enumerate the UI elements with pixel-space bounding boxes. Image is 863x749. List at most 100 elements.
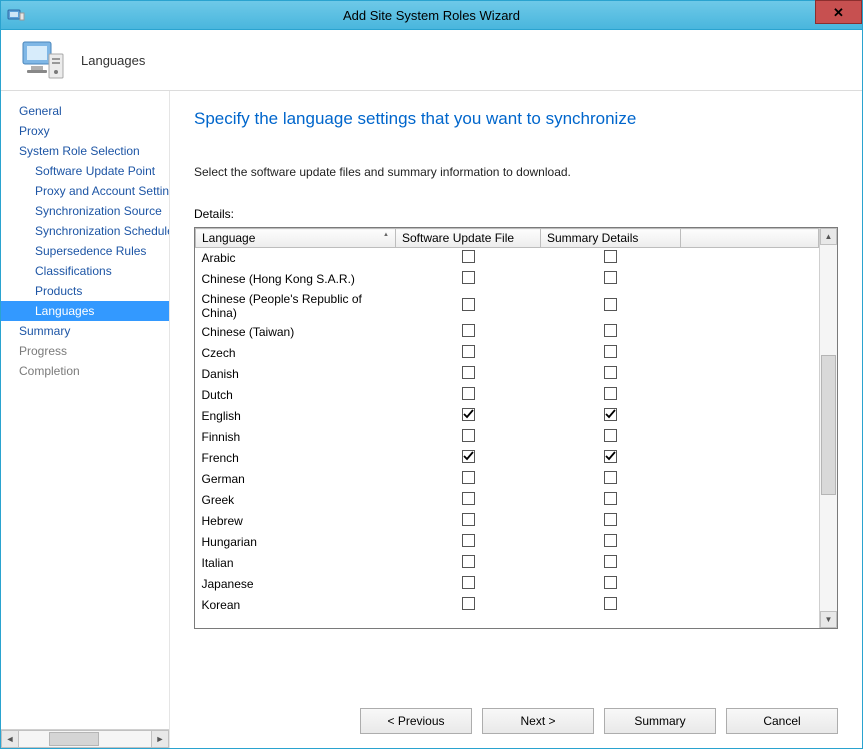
window-title: Add Site System Roles Wizard <box>1 8 862 23</box>
cell-file-checkbox <box>396 290 541 322</box>
table-row[interactable]: Danish <box>196 364 819 385</box>
col-language[interactable]: Language ▲ <box>196 229 396 248</box>
checkbox[interactable] <box>604 250 617 263</box>
nav-item-software-update-point[interactable]: Software Update Point <box>1 161 169 181</box>
checkbox[interactable] <box>604 576 617 589</box>
nav-item-supersedence-rules[interactable]: Supersedence Rules <box>1 241 169 261</box>
table-row[interactable]: English <box>196 406 819 427</box>
nav-item-classifications[interactable]: Classifications <box>1 261 169 281</box>
nav-item-languages[interactable]: Languages <box>1 301 169 321</box>
cell-language: French <box>196 448 396 469</box>
table-row[interactable]: Greek <box>196 490 819 511</box>
checkbox[interactable] <box>604 534 617 547</box>
cell-file-checkbox <box>396 248 541 269</box>
scroll-thumb[interactable] <box>49 732 99 746</box>
previous-button[interactable]: < Previous <box>360 708 472 734</box>
checkbox[interactable] <box>462 513 475 526</box>
cell-summary-checkbox <box>541 574 681 595</box>
table-row[interactable]: Korean <box>196 595 819 616</box>
checkbox[interactable] <box>604 408 617 421</box>
table-row[interactable]: Dutch <box>196 385 819 406</box>
checkbox[interactable] <box>604 324 617 337</box>
table-row[interactable]: Hungarian <box>196 532 819 553</box>
nav-item-products[interactable]: Products <box>1 281 169 301</box>
checkbox[interactable] <box>604 271 617 284</box>
checkbox[interactable] <box>462 345 475 358</box>
scroll-track[interactable] <box>19 730 151 748</box>
nav-item-summary[interactable]: Summary <box>1 321 169 341</box>
checkbox[interactable] <box>462 534 475 547</box>
checkbox[interactable] <box>604 492 617 505</box>
cell-summary-checkbox <box>541 553 681 574</box>
table-row[interactable]: Hebrew <box>196 511 819 532</box>
checkbox[interactable] <box>604 513 617 526</box>
page-heading: Specify the language settings that you w… <box>194 109 838 129</box>
checkbox[interactable] <box>604 366 617 379</box>
scroll-down-icon[interactable]: ▼ <box>820 611 837 628</box>
checkbox[interactable] <box>462 597 475 610</box>
cell-summary-checkbox <box>541 269 681 290</box>
checkbox[interactable] <box>604 298 617 311</box>
table-row[interactable]: French <box>196 448 819 469</box>
table-row[interactable]: Japanese <box>196 574 819 595</box>
cell-file-checkbox <box>396 322 541 343</box>
checkbox[interactable] <box>462 271 475 284</box>
checkbox[interactable] <box>604 597 617 610</box>
summary-button[interactable]: Summary <box>604 708 716 734</box>
sidebar-horizontal-scrollbar[interactable]: ◄ ► <box>1 729 169 748</box>
col-summary[interactable]: Summary Details <box>541 229 681 248</box>
cell-language: Japanese <box>196 574 396 595</box>
checkbox[interactable] <box>604 450 617 463</box>
checkbox[interactable] <box>604 387 617 400</box>
scroll-up-icon[interactable]: ▲ <box>820 228 837 245</box>
cell-language: Greek <box>196 490 396 511</box>
checkbox[interactable] <box>462 387 475 400</box>
cell-summary-checkbox <box>541 448 681 469</box>
checkbox[interactable] <box>462 324 475 337</box>
nav-item-system-role-selection[interactable]: System Role Selection <box>1 141 169 161</box>
scroll-right-icon[interactable]: ► <box>151 730 169 748</box>
checkbox[interactable] <box>462 492 475 505</box>
nav-item-proxy[interactable]: Proxy <box>1 121 169 141</box>
titlebar: Add Site System Roles Wizard ✕ <box>1 1 862 30</box>
table-row[interactable]: Chinese (Hong Kong S.A.R.) <box>196 269 819 290</box>
table-row[interactable]: Chinese (People's Republic of China) <box>196 290 819 322</box>
grid-vertical-scrollbar[interactable]: ▲ ▼ <box>819 228 837 628</box>
close-button[interactable]: ✕ <box>815 0 862 24</box>
scroll-track-v[interactable] <box>820 245 837 611</box>
table-row[interactable]: German <box>196 469 819 490</box>
checkbox[interactable] <box>462 471 475 484</box>
cell-spacer <box>681 385 819 406</box>
table-row[interactable]: Arabic <box>196 248 819 269</box>
checkbox[interactable] <box>604 555 617 568</box>
cell-spacer <box>681 248 819 269</box>
table-row[interactable]: Italian <box>196 553 819 574</box>
nav-item-proxy-and-account-settings[interactable]: Proxy and Account Settings <box>1 181 169 201</box>
scroll-left-icon[interactable]: ◄ <box>1 730 19 748</box>
checkbox[interactable] <box>604 471 617 484</box>
checkbox[interactable] <box>462 555 475 568</box>
nav-item-synchronization-source[interactable]: Synchronization Source <box>1 201 169 221</box>
next-button[interactable]: Next > <box>482 708 594 734</box>
checkbox[interactable] <box>462 450 475 463</box>
nav-item-completion: Completion <box>1 361 169 381</box>
col-file[interactable]: Software Update File <box>396 229 541 248</box>
cancel-button[interactable]: Cancel <box>726 708 838 734</box>
checkbox[interactable] <box>604 429 617 442</box>
checkbox[interactable] <box>462 250 475 263</box>
cell-language: Arabic <box>196 248 396 269</box>
checkbox[interactable] <box>604 345 617 358</box>
cell-file-checkbox <box>396 406 541 427</box>
scroll-thumb-v[interactable] <box>821 355 836 495</box>
checkbox[interactable] <box>462 298 475 311</box>
nav-item-synchronization-schedule[interactable]: Synchronization Schedule <box>1 221 169 241</box>
table-row[interactable]: Finnish <box>196 427 819 448</box>
table-row[interactable]: Czech <box>196 343 819 364</box>
checkbox[interactable] <box>462 429 475 442</box>
nav-item-general[interactable]: General <box>1 101 169 121</box>
cell-summary-checkbox <box>541 490 681 511</box>
table-row[interactable]: Chinese (Taiwan) <box>196 322 819 343</box>
checkbox[interactable] <box>462 576 475 589</box>
checkbox[interactable] <box>462 408 475 421</box>
checkbox[interactable] <box>462 366 475 379</box>
